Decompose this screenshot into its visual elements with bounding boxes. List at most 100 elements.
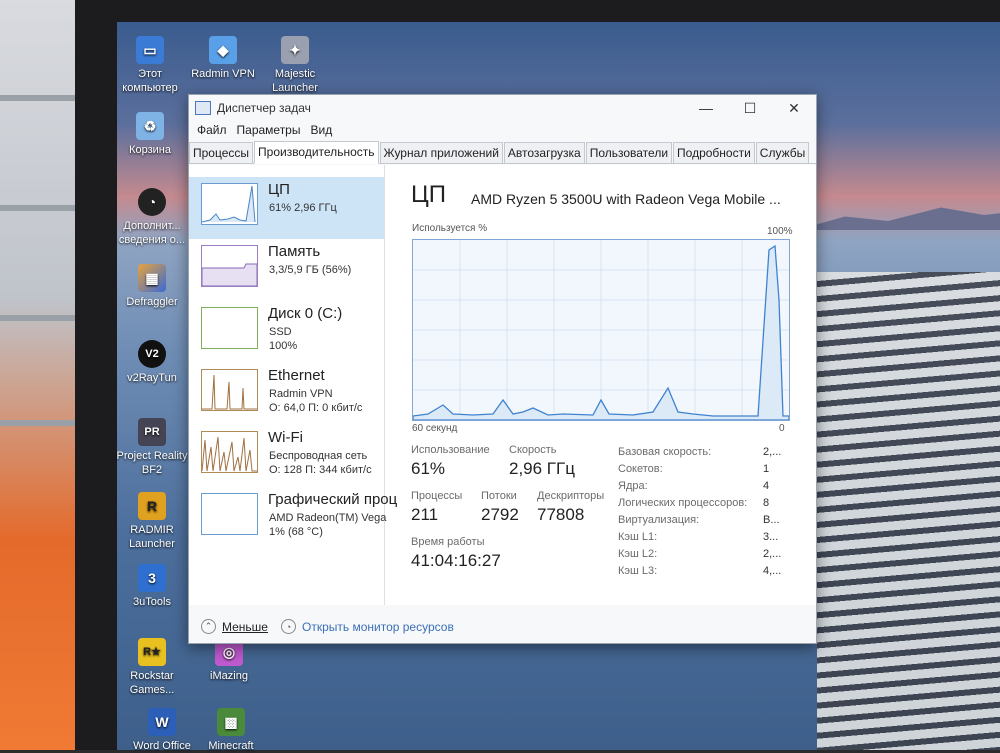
recycle-bin-icon: ♻	[136, 112, 164, 140]
cpu-heading: ЦП	[411, 181, 447, 208]
ethernet-thumbnail-graph	[201, 369, 258, 411]
sockets-label: Сокетов:	[618, 463, 663, 475]
tab-app-history[interactable]: Журнал приложений	[379, 142, 503, 163]
virtualization-value: В...	[763, 514, 780, 526]
desktop-icon-radmin-vpn[interactable]: ◆ Radmin VPN	[185, 36, 261, 81]
l2-cache-label: Кэш L2:	[618, 548, 658, 560]
desktop-icon-v2raytun[interactable]: V2 v2RayTun	[114, 340, 190, 385]
maximize-button[interactable]: ☐	[728, 100, 772, 117]
tab-performance[interactable]: Производительность	[254, 141, 379, 164]
resource-subtitle: Radmin VPN О: 64,0 П: 0 кбит/с	[269, 388, 363, 414]
tab-bar: Процессы Производительность Журнал прило…	[189, 141, 816, 164]
resource-item-wifi[interactable]: Wi-Fi Беспроводная сеть О: 128 П: 344 кби…	[189, 425, 384, 487]
desktop-icon-label: Minecraft	[208, 740, 254, 752]
resource-title: Диск 0 (C:)	[268, 305, 343, 322]
menu-file[interactable]: Файл	[192, 121, 232, 141]
resource-title: Графический проц	[268, 491, 398, 508]
l3-cache-value: 4,...	[763, 565, 782, 577]
logical-processors-value: 8	[763, 497, 770, 509]
desktop-icon-label: Корзина	[129, 144, 171, 156]
wifi-thumbnail-graph	[201, 431, 258, 473]
desktop-icon-label: v2RayTun	[127, 372, 177, 384]
word-icon: W	[148, 708, 176, 736]
usage-value: 61%	[411, 459, 446, 478]
desktop-icon-project-reality[interactable]: PR Project Reality BF2	[114, 418, 190, 477]
tab-users[interactable]: Пользователи	[585, 142, 673, 163]
resource-item-gpu[interactable]: Графический проц AMD Radeon(TM) Vega 1% (…	[189, 487, 397, 549]
base-speed-label: Базовая скорость:	[618, 446, 712, 458]
processes-label: Процессы	[411, 490, 463, 502]
desktop-icon-defraggler[interactable]: ▦ Defraggler	[114, 264, 190, 309]
desktop-icon-rockstar-games[interactable]: R★ Rockstar Games...	[114, 638, 190, 697]
store-background	[0, 0, 80, 750]
desktop-icon-label: Radmin VPN	[191, 68, 255, 80]
sockets-value: 1	[763, 463, 770, 475]
title-bar[interactable]: Диспетчер задач — ☐ ✕	[189, 95, 816, 121]
task-manager-icon	[195, 101, 211, 115]
close-button[interactable]: ✕	[772, 100, 816, 117]
desktop-icon-recycle-bin[interactable]: ♻ Корзина	[112, 112, 188, 157]
wallpaper-mountains	[797, 207, 1000, 230]
rockstar-games-icon: R★	[138, 638, 166, 666]
task-manager-window: Диспетчер задач — ☐ ✕ Файл Параметры Вид…	[188, 94, 817, 644]
speed-label: Скорость	[509, 444, 557, 456]
resource-subtitle: SSD 100%	[269, 326, 298, 352]
virtualization-label: Виртуализация:	[618, 514, 700, 526]
tab-services[interactable]: Службы	[755, 142, 810, 163]
l1-cache-label: Кэш L1:	[618, 531, 658, 543]
menu-options[interactable]: Параметры	[232, 121, 306, 141]
resource-item-memory[interactable]: Память 3,3/5,9 ГБ (56%)	[189, 239, 384, 301]
desktop-icon-radmir-launcher[interactable]: R RADMIR Launcher	[114, 492, 190, 551]
shelf	[0, 315, 80, 321]
graph-y-label: Используется %	[412, 223, 488, 234]
resource-item-disk[interactable]: Диск 0 (C:) SSD 100%	[189, 301, 384, 363]
desktop-icon-word-office[interactable]: W Word Office	[124, 708, 200, 753]
resource-title: ЦП	[268, 181, 290, 198]
resource-item-cpu[interactable]: ЦП 61% 2,96 ГГц	[189, 177, 384, 239]
radmin-vpn-icon: ◆	[209, 36, 237, 64]
performance-panel: ЦП 61% 2,96 ГГц Память 3,3/5,9 ГБ (56%) …	[189, 165, 816, 605]
resource-monitor-label: Открыть монитор ресурсов	[302, 619, 454, 634]
tab-startup[interactable]: Автозагрузка	[503, 142, 585, 163]
desktop-icon-label: Defraggler	[126, 296, 178, 308]
processes-value: 211	[411, 505, 439, 524]
project-reality-icon: PR	[138, 418, 166, 446]
desktop-icon-this-pc[interactable]: ▭ Этот компьютер	[112, 36, 188, 95]
resource-list: ЦП 61% 2,96 ГГц Память 3,3/5,9 ГБ (56%) …	[189, 165, 397, 605]
resource-title: Wi-Fi	[268, 429, 303, 446]
desktop-icon-minecraft[interactable]: ▩ Minecraft	[193, 708, 269, 753]
tab-processes[interactable]: Процессы	[189, 142, 254, 163]
footer-bar: ⌃ Меньше ◔ Открыть монитор ресурсов	[189, 605, 816, 643]
open-resource-monitor-link[interactable]: ◔ Открыть монитор ресурсов	[281, 619, 454, 634]
uptime-label: Время работы	[411, 536, 485, 548]
graph-max-label: 100%	[767, 226, 793, 237]
desktop-icon-label: 3uTools	[133, 596, 171, 608]
disk-thumbnail-graph	[201, 307, 258, 349]
resource-subtitle: Беспроводная сеть О: 128 П: 344 кбит/с	[269, 450, 372, 476]
desktop-icon-majestic-launcher[interactable]: ✦ Majestic Launcher	[257, 36, 333, 95]
desktop-icon-imazing[interactable]: ◎ iMazing	[191, 638, 267, 683]
handles-value: 77808	[537, 505, 585, 524]
fewer-details-label: Меньше	[222, 619, 268, 634]
v2raytun-icon: V2	[138, 340, 166, 368]
handles-label: Дескрипторы	[537, 490, 605, 502]
menu-view[interactable]: Вид	[305, 121, 337, 141]
resource-subtitle: AMD Radeon(TM) Vega 1% (68 °C)	[269, 512, 387, 538]
cpu-model-name: AMD Ryzen 5 3500U with Radeon Vega Mobil…	[471, 191, 781, 207]
resource-item-ethernet[interactable]: Ethernet Radmin VPN О: 64,0 П: 0 кбит/с	[189, 363, 384, 425]
minimize-button[interactable]: —	[684, 100, 728, 116]
desktop-icon-additional-info[interactable]: ◔ Дополнит... сведения о...	[114, 188, 190, 247]
threads-label: Потоки	[481, 490, 517, 502]
desktop-icon-3utools[interactable]: 3 3uTools	[114, 564, 190, 609]
fewer-details-button[interactable]: ⌃ Меньше	[201, 619, 268, 634]
majestic-launcher-icon: ✦	[281, 36, 309, 64]
info-icon: ◔	[138, 188, 166, 216]
tab-details[interactable]: Подробности	[673, 142, 755, 163]
window-title: Диспетчер задач	[217, 101, 311, 115]
laptop-bezel-top	[75, 0, 1000, 22]
shelf	[0, 420, 80, 426]
cores-value: 4	[763, 480, 770, 492]
wallpaper-pier	[817, 272, 1000, 750]
3utools-icon: 3	[138, 564, 166, 592]
radmir-launcher-icon: R	[138, 492, 166, 520]
